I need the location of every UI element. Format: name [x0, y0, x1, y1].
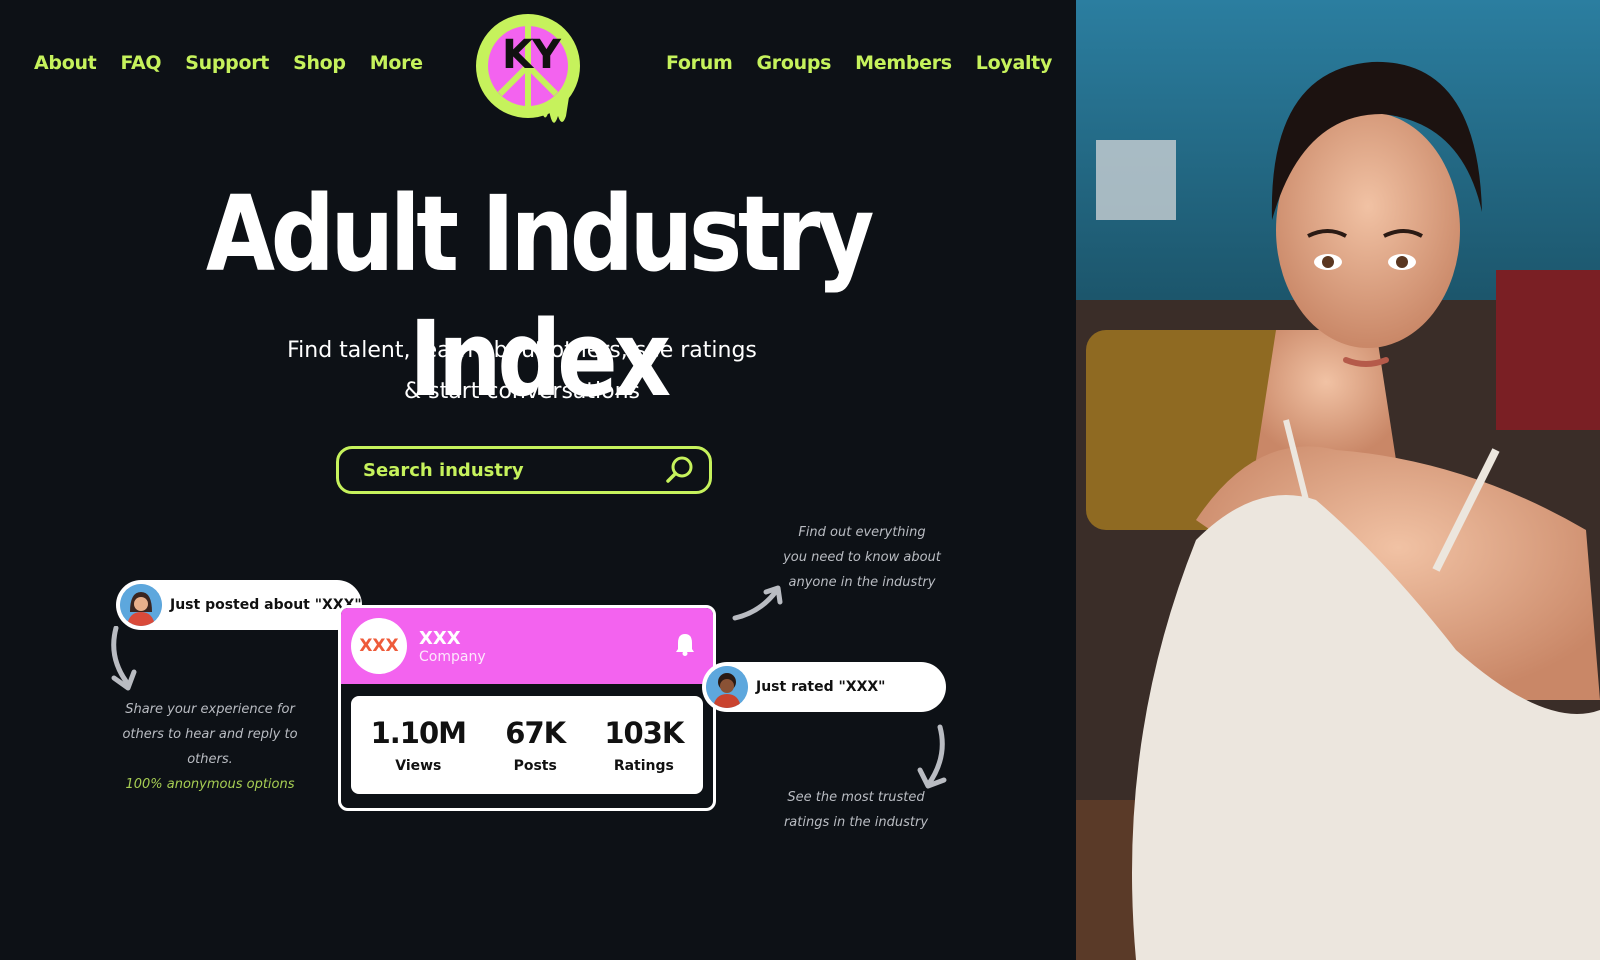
stat-label: Ratings	[613, 758, 674, 774]
hero-subtitle: Find talent, learn about others, see rat…	[0, 330, 1044, 412]
note-line: others to hear and reply to	[122, 727, 298, 742]
nav-item-about[interactable]: About	[34, 52, 97, 74]
profile-name: XXX	[419, 627, 461, 649]
nav-item-more[interactable]: More	[370, 52, 423, 74]
nav-item-members[interactable]: Members	[855, 52, 952, 74]
bell-icon[interactable]	[675, 632, 695, 656]
stat-value: 103K	[604, 716, 684, 750]
svg-text:K: K	[502, 32, 535, 78]
hero-subtitle-line: Find talent, learn about others, see rat…	[287, 338, 757, 363]
avatar-icon	[706, 666, 748, 708]
stat-posts: 67K Posts	[505, 716, 566, 774]
nav-left: About FAQ Support Shop More	[34, 52, 423, 74]
note-accent: 100% anonymous options	[125, 777, 295, 792]
site-logo[interactable]: K Y	[472, 8, 584, 130]
nav-item-support[interactable]: Support	[185, 52, 269, 74]
note-line: Find out everything	[798, 525, 926, 540]
curved-arrow-icon	[917, 724, 947, 789]
nav-item-forum[interactable]: Forum	[666, 52, 733, 74]
search-bar[interactable]	[336, 446, 712, 494]
nav-item-loyalty[interactable]: Loyalty	[976, 52, 1053, 74]
activity-text: Just posted about "XXX"	[170, 597, 362, 613]
nav-item-faq[interactable]: FAQ	[120, 52, 161, 74]
note-share-experience: Share your experience for others to hear…	[120, 697, 300, 797]
profile-identity: XXX Company	[419, 628, 486, 665]
note-line: you need to know about	[783, 550, 941, 565]
stat-label: Views	[395, 758, 442, 774]
avatar-icon	[120, 584, 162, 626]
profile-card-header: XXX XXX Company	[341, 608, 713, 684]
search-input[interactable]	[361, 458, 665, 482]
nav-item-groups[interactable]: Groups	[756, 52, 831, 74]
stat-value: 67K	[505, 716, 566, 750]
note-line: anyone in the industry	[788, 575, 936, 590]
note-line: ratings in the industry	[783, 815, 929, 830]
note-trusted-ratings: See the most trusted ratings in the indu…	[774, 785, 938, 835]
activity-bubble-rated[interactable]: Just rated "XXX"	[702, 662, 946, 712]
model-photo-illustration	[1076, 0, 1600, 960]
svg-text:Y: Y	[531, 32, 562, 78]
note-line: See the most trusted	[787, 790, 925, 805]
profile-card[interactable]: XXX XXX Company 1.10M Views 67K Posts 10…	[338, 605, 716, 811]
hero-subtitle-line: & start conversations	[403, 379, 641, 404]
activity-bubble-posted[interactable]: Just posted about "XXX"	[116, 580, 362, 630]
profile-type: Company	[419, 648, 486, 665]
stat-ratings: 103K Ratings	[604, 716, 684, 774]
nav-item-shop[interactable]: Shop	[293, 52, 346, 74]
nav-right: Forum Groups Members Loyalty	[666, 52, 1052, 74]
stat-views: 1.10M Views	[370, 716, 467, 774]
landing-section: About FAQ Support Shop More K Y Forum Gr…	[0, 0, 1076, 960]
stat-value: 1.10M	[370, 716, 467, 750]
note-line: others.	[187, 752, 233, 767]
curved-arrow-icon	[111, 626, 137, 691]
search-icon[interactable]	[665, 455, 695, 485]
note-line: Share your experience for	[125, 702, 295, 717]
activity-text: Just rated "XXX"	[756, 679, 886, 695]
stat-label: Posts	[513, 758, 557, 774]
note-find-out: Find out everything you need to know abo…	[780, 520, 944, 595]
hero-photo	[1076, 0, 1600, 960]
profile-stats: 1.10M Views 67K Posts 103K Ratings	[351, 696, 703, 794]
profile-logo: XXX	[351, 618, 407, 674]
